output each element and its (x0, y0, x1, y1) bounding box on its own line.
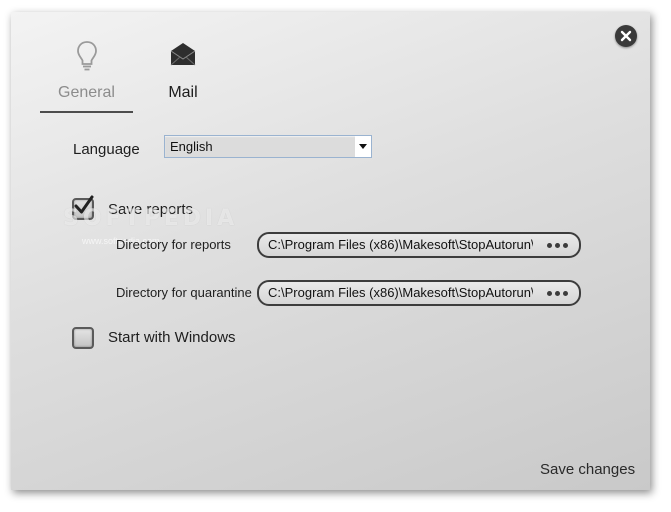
browse-quarantine-button[interactable] (547, 289, 569, 297)
dot-icon (547, 290, 552, 296)
language-select-arrow[interactable] (355, 136, 371, 157)
tab-mail-label: Mail (168, 84, 198, 101)
browse-reports-button[interactable] (547, 241, 569, 249)
directory-reports-label: Directory for reports (116, 237, 231, 252)
settings-window: General Mail Language English Save repor… (11, 12, 650, 490)
language-select[interactable]: English (164, 135, 372, 158)
directory-reports-field[interactable]: C:\Program Files (x86)\Makesoft\StopAuto… (257, 232, 581, 258)
tab-mail[interactable]: Mail (148, 36, 218, 114)
language-select-value: English (170, 139, 213, 154)
save-reports-checkbox[interactable] (72, 195, 94, 220)
dot-icon (563, 290, 568, 296)
dot-icon (555, 242, 560, 248)
tab-general[interactable]: General (40, 36, 133, 114)
save-reports-label[interactable]: Save reports (108, 201, 193, 218)
lightbulb-icon (76, 41, 97, 71)
dot-icon (547, 242, 552, 248)
start-with-windows-checkbox[interactable] (72, 327, 94, 349)
dot-icon (563, 242, 568, 248)
checkmark-icon (74, 195, 94, 214)
chevron-down-icon (359, 144, 367, 149)
start-with-windows-label[interactable]: Start with Windows (108, 329, 236, 346)
tab-general-label: General (58, 84, 115, 101)
directory-quarantine-label: Directory for quarantine (116, 285, 252, 300)
close-icon (620, 30, 632, 42)
directory-quarantine-field[interactable]: C:\Program Files (x86)\Makesoft\StopAuto… (257, 280, 581, 306)
envelope-icon (170, 43, 196, 66)
active-tab-indicator (40, 111, 133, 113)
language-label: Language (73, 141, 140, 158)
dot-icon (555, 290, 560, 296)
save-changes-button[interactable]: Save changes (540, 461, 635, 478)
directory-reports-value[interactable]: C:\Program Files (x86)\Makesoft\StopAuto… (268, 237, 533, 252)
directory-quarantine-value[interactable]: C:\Program Files (x86)\Makesoft\StopAuto… (268, 285, 533, 300)
close-button[interactable] (615, 25, 637, 47)
